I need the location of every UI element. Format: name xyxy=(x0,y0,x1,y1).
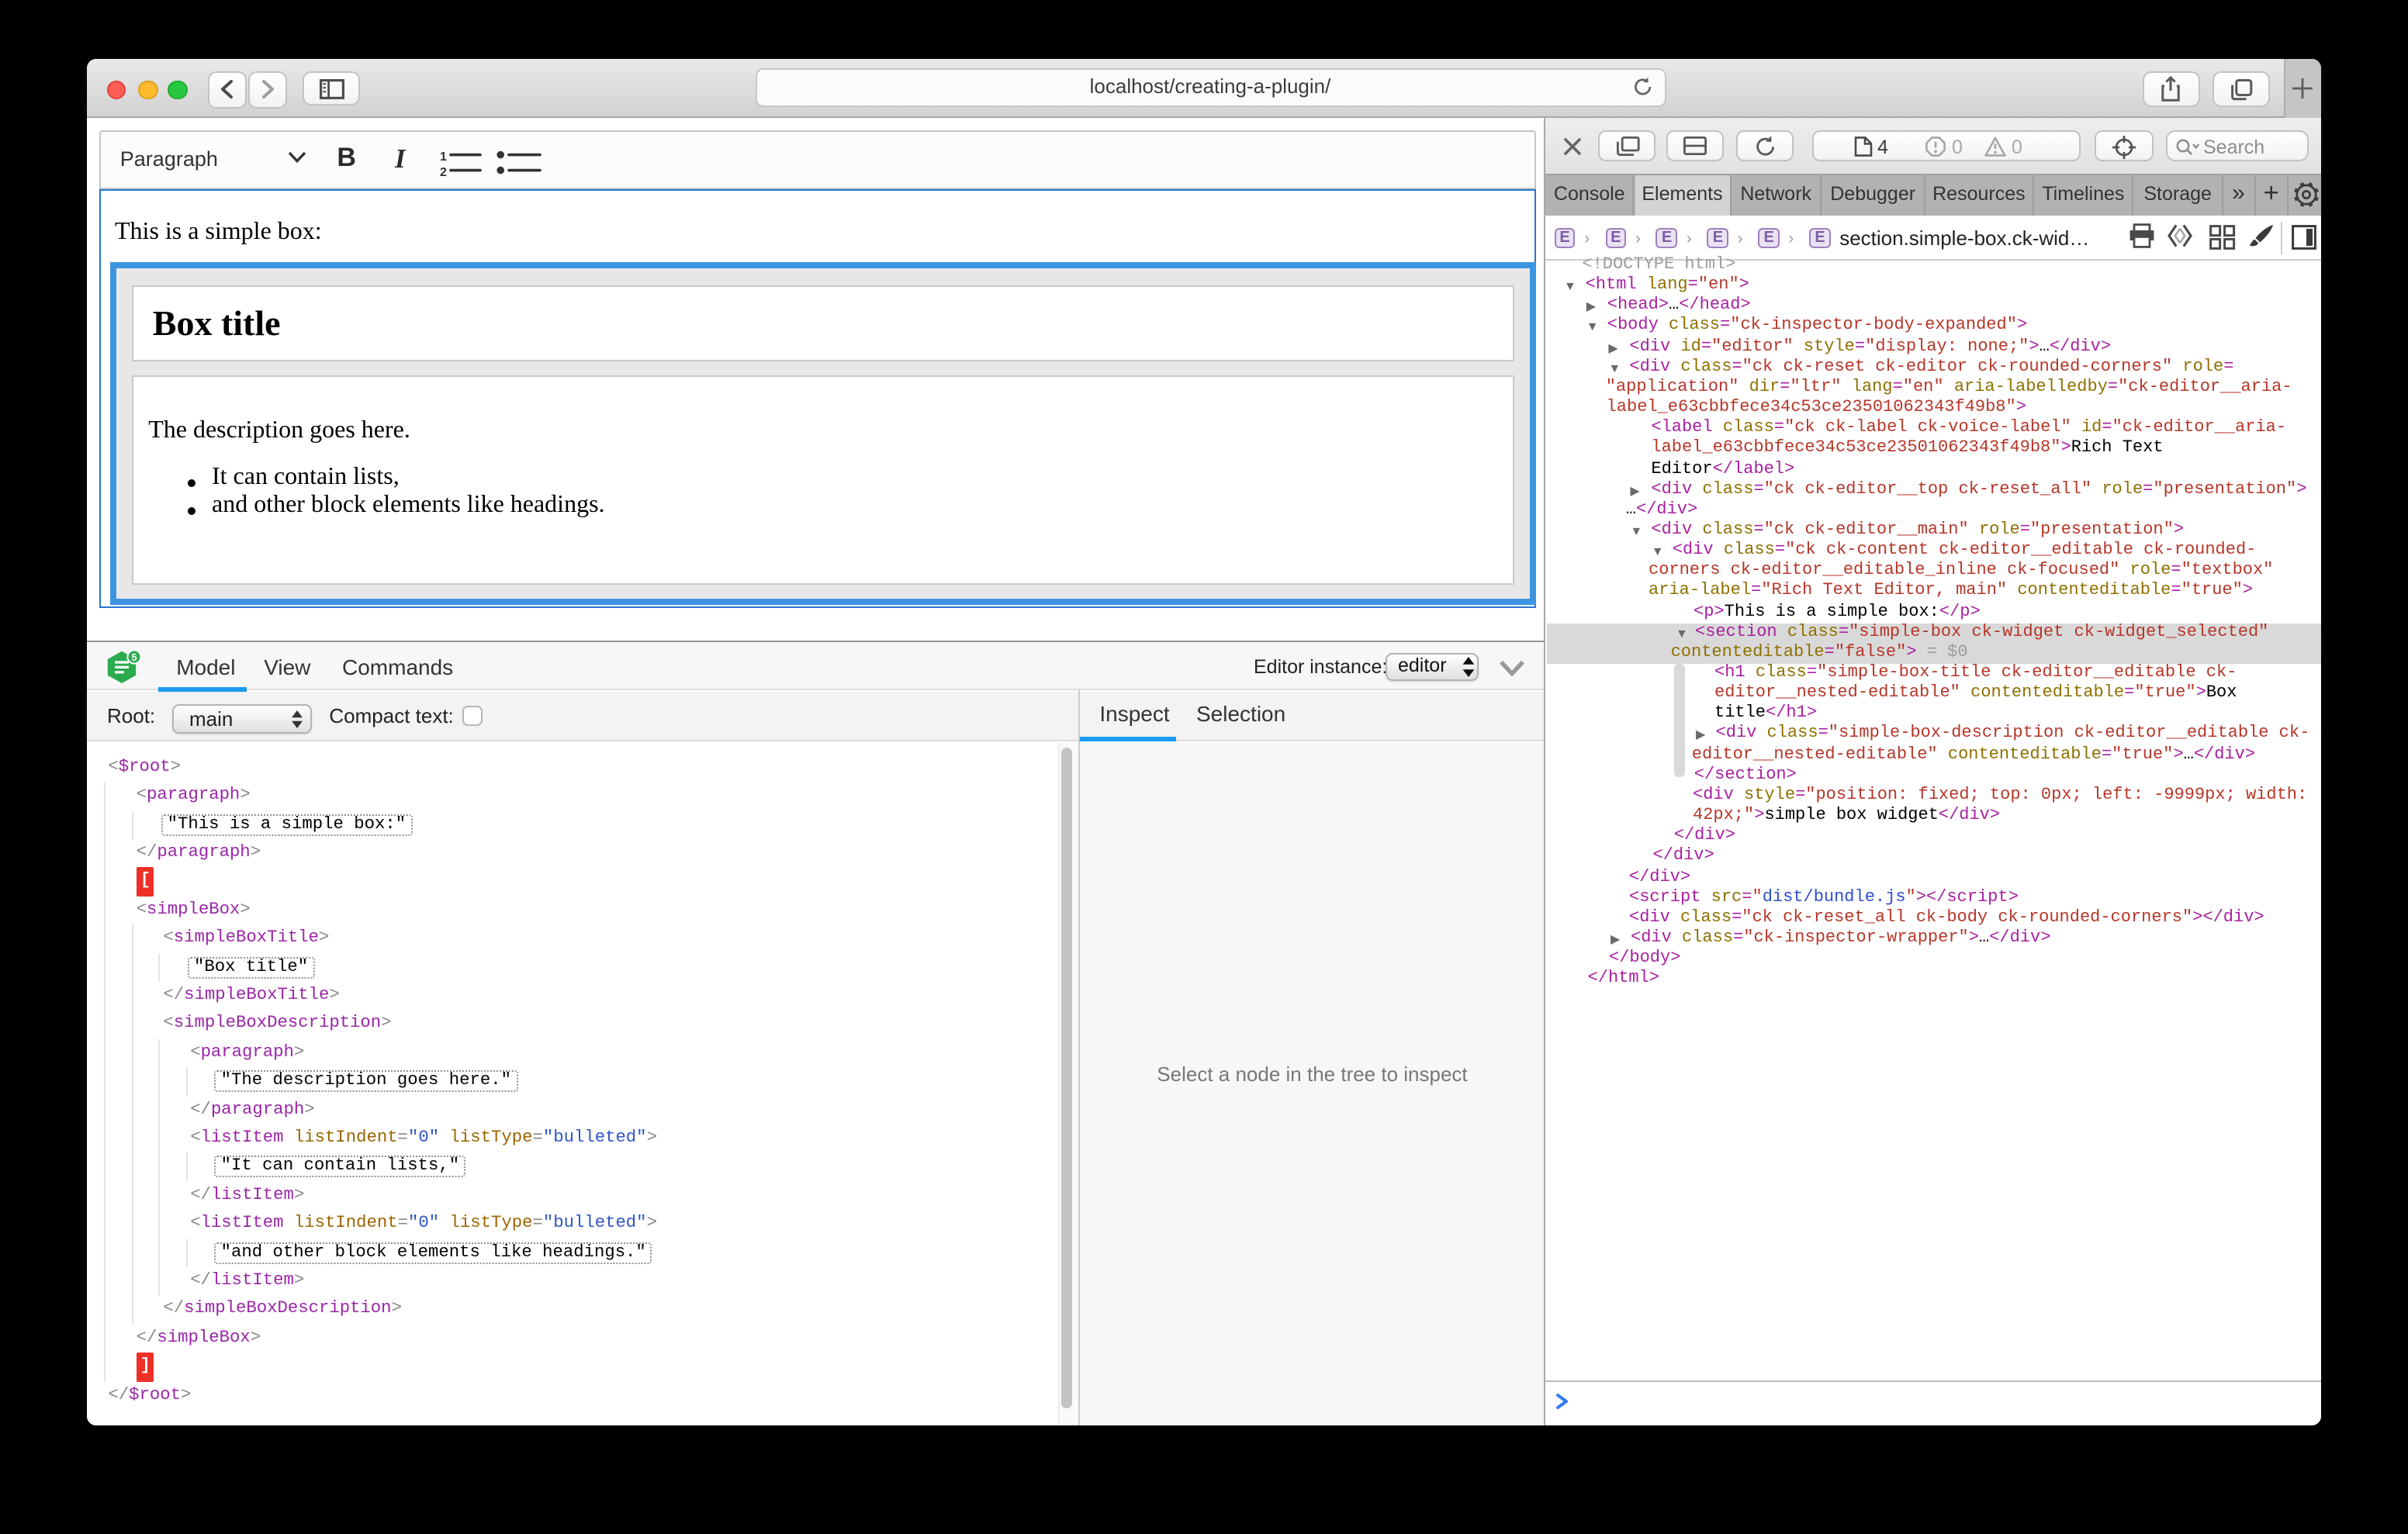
svg-text:2: 2 xyxy=(440,165,447,178)
svg-text:5: 5 xyxy=(132,651,137,663)
svg-text:1: 1 xyxy=(440,150,447,163)
